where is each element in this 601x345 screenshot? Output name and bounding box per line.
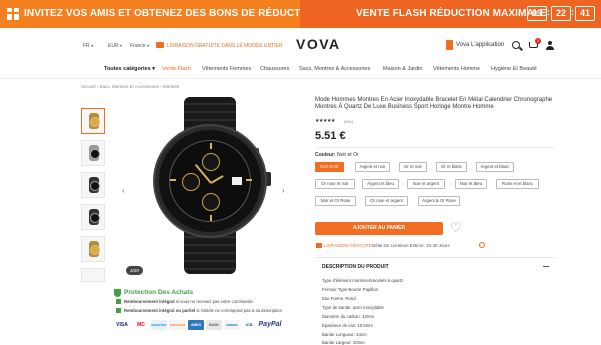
gallery-thumbnail[interactable]: [81, 236, 105, 262]
user-icon[interactable]: [546, 41, 554, 50]
gallery-thumbnail[interactable]: [81, 140, 105, 166]
check-icon: [116, 299, 121, 304]
country-selector[interactable]: France ▾: [130, 43, 149, 49]
color-option[interactable]: Noir et Or: [315, 162, 344, 172]
timer-minutes: 22: [551, 6, 571, 21]
bank-logo: BANK: [206, 320, 222, 330]
color-option[interactable]: Noir et Bleu: [455, 179, 487, 189]
color-option[interactable]: Rose et et blanc: [496, 179, 539, 189]
site-logo[interactable]: VOVA: [296, 36, 341, 52]
timer-seconds: 41: [575, 6, 595, 21]
jcb-logo: JCB: [242, 320, 256, 330]
timer-separator: :: [547, 7, 550, 17]
gift-icon: [7, 8, 19, 20]
color-option[interactable]: Argent et noir: [355, 162, 390, 172]
cart-count-badge: 1: [535, 38, 541, 44]
truck-icon: [316, 243, 322, 248]
nav-shoes[interactable]: Chaussures: [260, 66, 289, 72]
next-image-arrow[interactable]: ›: [282, 186, 285, 195]
color-option[interactable]: Noir et Or Rose: [315, 196, 356, 206]
product-price: 5.51 €: [315, 130, 346, 142]
check-icon: [116, 308, 121, 313]
promo-banner[interactable]: INVITEZ VOS AMIS ET OBTENEZ DES BONS DE …: [0, 0, 601, 28]
purchase-protection-title: Protection Des Achats: [124, 289, 194, 296]
diners-logo: DINERS: [224, 320, 240, 330]
color-option[interactable]: Argent et bleu: [362, 179, 399, 189]
nav-women-clothing[interactable]: Vêtements Femmes: [202, 66, 251, 72]
color-option[interactable]: Argent & Or Rose: [418, 196, 460, 206]
nav-home-garden[interactable]: Maison & Jardin: [383, 66, 422, 72]
nav-flash-sale[interactable]: Vente Flash: [162, 66, 191, 72]
rating-count[interactable]: (591): [344, 119, 353, 124]
description-line: Diamètre du cadran: 42mm: [322, 314, 375, 319]
heart-icon[interactable]: ♡: [450, 221, 463, 234]
description-line: Bande Longueur: 24cm: [322, 332, 367, 337]
color-option[interactable]: Noir et argent: [407, 179, 445, 189]
truck-icon: [156, 42, 164, 48]
color-option[interactable]: Or et noir: [399, 162, 427, 172]
description-line: Fermoir Type Boucle Papillon: [322, 287, 379, 292]
invite-friends-text: INVITEZ VOS AMIS ET OBTENEZ DES BONS DE …: [24, 8, 319, 19]
timer-separator: :: [571, 7, 574, 17]
gallery-thumbnail[interactable]: [81, 108, 105, 134]
description-line: Type d'élément montres-bracelets à quart…: [322, 278, 404, 283]
description-line: Type de bande: acier inoxydable: [322, 305, 384, 310]
flash-sale-text: VENTE FLASH RÉDUCTION MAXIMALE: [356, 8, 547, 19]
divider: [315, 147, 555, 148]
protection-line-1: Remboursement intégral si vous ne receve…: [124, 299, 254, 304]
description-line: Etui Forme: Rond: [322, 296, 356, 301]
color-option[interactable]: Or rose et noir: [315, 179, 355, 189]
currency-selector[interactable]: EUR ▾: [108, 43, 122, 49]
search-icon[interactable]: [512, 41, 520, 49]
description-line: Épaisseur de cas: 10.5mm: [322, 323, 373, 328]
nav-divider: [0, 78, 601, 79]
description-line: Bande Largeur: 20mm: [322, 340, 365, 345]
rating-stars[interactable]: ★★★★★: [315, 118, 335, 124]
gallery-thumbnail[interactable]: [81, 268, 105, 282]
color-option[interactable]: Or rose et argent: [365, 196, 408, 206]
description-heading[interactable]: DESCRIPTION DU PRODUIT: [322, 264, 389, 270]
amex-logo: AMEX: [188, 320, 204, 330]
image-counter: 4/20: [126, 266, 143, 275]
protection-line-2: Remboursement intégral ou partiel si l'a…: [124, 308, 282, 313]
nav-all-categories[interactable]: Toutes catégories ▾: [104, 66, 155, 72]
gallery-thumbnail[interactable]: [81, 204, 105, 230]
phone-icon[interactable]: [446, 40, 453, 50]
nav-bags-watches[interactable]: Sacs, Montres & Accessoires: [299, 66, 370, 72]
delivery-estimate: Délai De Livraison Estimé: 15-30 Jours: [372, 243, 450, 248]
paypal-logo: PayPal: [258, 321, 282, 328]
collapse-icon[interactable]: [543, 266, 549, 267]
gallery-thumbnail[interactable]: [81, 172, 105, 198]
color-option[interactable]: Or et blanc: [436, 162, 467, 172]
shield-icon: [114, 289, 121, 297]
discover-logo: DISCOVER: [169, 320, 186, 330]
visa-logo: VISA: [116, 322, 128, 328]
app-link[interactable]: Vova L'application: [456, 42, 504, 48]
free-shipping-label: LIVRAISON GRATUITE: [324, 243, 372, 248]
product-title: Mode Hommes Montres En Acier Inoxydable …: [315, 97, 553, 110]
color-label: Couleur: Noir et Or: [315, 152, 359, 158]
divider: [315, 257, 555, 258]
timer-hours: 09: [527, 6, 547, 21]
nav-men-clothing[interactable]: Vêtements Homme: [433, 66, 480, 72]
info-icon[interactable]: [479, 242, 485, 248]
nav-beauty[interactable]: Hygiène Et Beauté: [491, 66, 537, 72]
invite-friends-banner[interactable]: INVITEZ VOS AMIS ET OBTENEZ DES BONS DE …: [0, 0, 318, 28]
language-selector[interactable]: FR ▾: [83, 43, 93, 49]
add-to-cart-button[interactable]: AJOUTER AU PANIER: [315, 222, 443, 235]
color-option[interactable]: Argent et blanc: [476, 162, 514, 172]
free-shipping-link[interactable]: LIVRAISON GRATUITE DANS LE MONDE ENTIER: [167, 43, 282, 49]
mastercard-logo: MC: [133, 320, 149, 330]
maestro-logo: MAESTRO: [151, 320, 167, 330]
breadcrumb[interactable]: Accueil › Sacs, Montres Et Accessoires ›…: [81, 84, 179, 89]
prev-image-arrow[interactable]: ‹: [122, 186, 125, 195]
